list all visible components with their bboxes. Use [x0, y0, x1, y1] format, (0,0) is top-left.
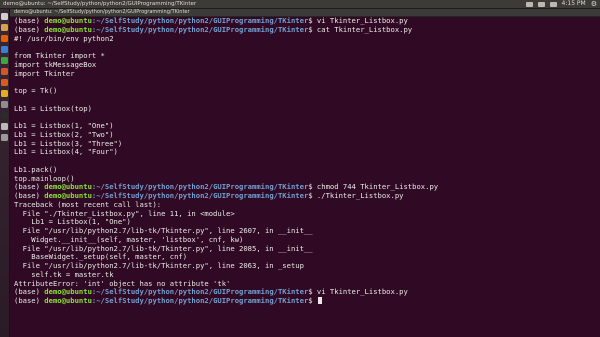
output-line: import tkMessageBox [14, 59, 97, 69]
settings-icon[interactable] [1, 101, 8, 108]
prompt-cwd: :~/SelfStudy/python/python2/GUIProgrammi… [91, 296, 309, 305]
firefox-icon[interactable] [1, 35, 8, 42]
libreoffice-writer-icon[interactable] [1, 46, 8, 53]
text-editor-icon[interactable] [1, 123, 8, 130]
terminal-title: demo@ubuntu: ~/SelfStudy/python/python2/… [14, 9, 190, 15]
prompt-cwd: :~/SelfStudy/python/python2/GUIProgrammi… [91, 24, 309, 34]
output-line: Lb1 = Listbox(top) [14, 103, 92, 113]
prompt-user: demo@ubuntu [44, 182, 92, 192]
launcher [0, 9, 10, 337]
output-line: Lb1.pack() [14, 164, 58, 174]
output-line: from Tkinter import * [14, 51, 105, 60]
prompt-env: (base) [14, 287, 45, 297]
prompt-line: (base) demo@ubuntu:~/SelfStudy/python/py… [14, 296, 598, 306]
prompt-user: demo@ubuntu [44, 287, 92, 297]
output-line: Lb1 = Listbox(4, "Four") [14, 147, 118, 157]
command-text: $ vi Tkinter_Listbox.py [308, 287, 408, 297]
output-line: top = Tk() [14, 86, 58, 95]
amazon-icon[interactable] [1, 90, 8, 97]
prompt-env: (base) [14, 191, 45, 200]
prompt-user: demo@ubuntu [44, 191, 92, 200]
command-text: $ cat Tkinter_Listbox.py [308, 24, 413, 34]
keyboard-indicator-icon[interactable] [525, 1, 533, 7]
terminal-titlebar[interactable]: demo@ubuntu: ~/SelfStudy/python/python2/… [10, 9, 600, 17]
command-text: $ ./Tkinter_Listbox.py [308, 191, 404, 200]
volume-icon[interactable] [549, 1, 557, 7]
clock[interactable]: 4:15 PM [562, 0, 586, 8]
terminal-output[interactable]: (base) demo@ubuntu:~/SelfStudy/python/py… [14, 17, 598, 335]
output-line: import Tkinter [14, 68, 75, 78]
prompt-cwd: :~/SelfStudy/python/python2/GUIProgrammi… [91, 287, 309, 297]
prompt-env: (base) [14, 296, 45, 305]
dash-icon[interactable] [1, 13, 8, 20]
libreoffice-impress-icon[interactable] [1, 68, 8, 75]
files-icon[interactable] [1, 24, 8, 31]
output-line: #! /usr/bin/env python2 [14, 33, 114, 43]
trash-icon[interactable] [1, 134, 8, 141]
system-tray: 4:15 PM ⚙ [525, 0, 597, 8]
prompt-user: demo@ubuntu [44, 24, 92, 34]
gear-icon[interactable]: ⚙ [591, 0, 597, 8]
libreoffice-calc-icon[interactable] [1, 57, 8, 64]
prompt-env: (base) [14, 24, 45, 34]
command-text: $ chmod 744 Tkinter_Listbox.py [308, 182, 439, 192]
network-icon[interactable] [537, 1, 545, 7]
prompt-cwd: :~/SelfStudy/python/python2/GUIProgrammi… [91, 191, 309, 200]
top-panel: demo@ubuntu: ~/SelfStudy/python/python2/… [0, 0, 600, 9]
window-title: demo@ubuntu: ~/SelfStudy/python/python2/… [3, 1, 197, 7]
command-text: $ [308, 296, 317, 305]
prompt-env: (base) [14, 182, 45, 192]
software-center-icon[interactable] [1, 79, 8, 86]
terminal-icon[interactable] [1, 112, 8, 119]
prompt-user: demo@ubuntu [44, 296, 92, 305]
terminal-window[interactable]: demo@ubuntu: ~/SelfStudy/python/python2/… [10, 9, 600, 337]
text-cursor [317, 297, 322, 304]
prompt-cwd: :~/SelfStudy/python/python2/GUIProgrammi… [91, 182, 309, 192]
